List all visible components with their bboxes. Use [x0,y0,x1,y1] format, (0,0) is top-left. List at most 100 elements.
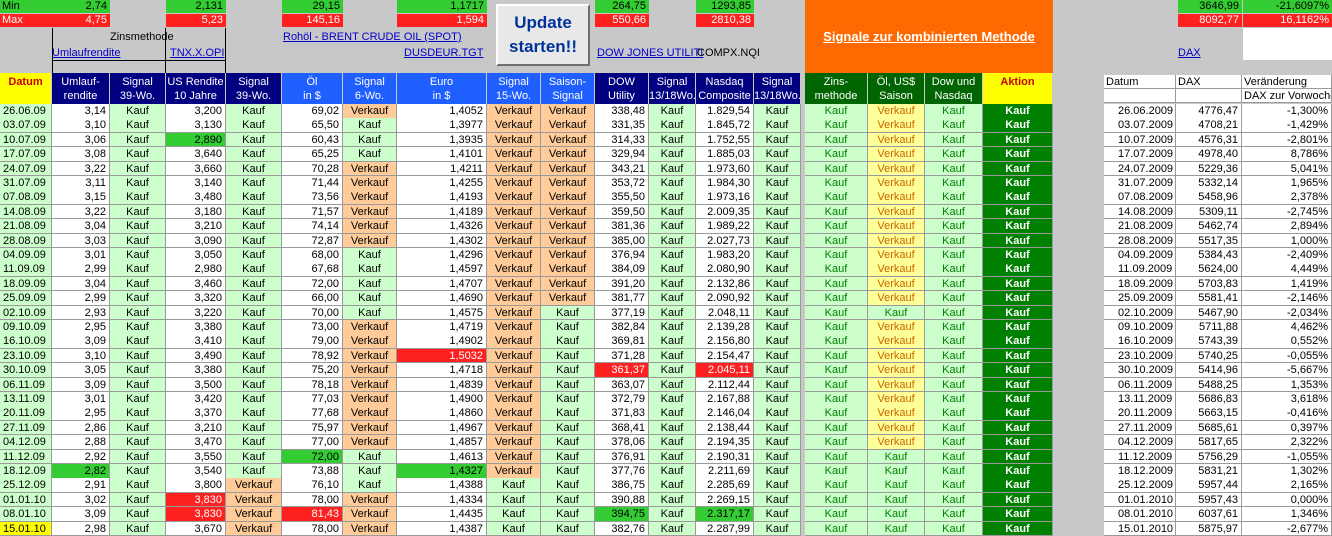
table-cell[interactable]: 01.01.10 [0,492,52,508]
table-cell[interactable]: Kauf [110,118,166,133]
table-cell[interactable]: Kauf [110,507,166,522]
table-cell[interactable]: 3,180 [166,204,226,220]
dax-cell[interactable]: 08.01.2010 [1104,507,1176,522]
table-cell[interactable]: Kauf [649,363,696,378]
table-cell[interactable]: 18.12.09 [0,464,52,479]
table-cell[interactable]: Verkauf [541,190,595,205]
table-cell[interactable]: 21.08.09 [0,219,52,234]
table-cell[interactable]: 2,82 [52,464,110,479]
table-cell[interactable]: Kauf [805,449,868,465]
table-cell[interactable]: 08.01.10 [0,507,52,522]
table-cell[interactable]: Kauf [110,147,166,162]
table-cell[interactable]: Kauf [805,262,868,277]
table-cell[interactable]: Verkauf [487,435,541,450]
table-cell[interactable]: Kauf [925,363,983,378]
table-cell[interactable]: 1,3935 [397,132,487,148]
table-cell[interactable]: Kauf [754,176,801,191]
table-cell[interactable]: 3,140 [166,176,226,191]
table-cell[interactable]: 3,210 [166,219,226,234]
table-cell[interactable]: 361,37 [595,363,649,378]
table-cell[interactable]: 3,410 [166,334,226,349]
table-cell[interactable]: 3,470 [166,435,226,450]
table-cell[interactable]: Kauf [983,420,1053,436]
dax-cell[interactable]: -1,300% [1242,104,1332,119]
table-cell[interactable]: Kauf [226,276,282,292]
table-cell[interactable]: Kauf [983,406,1053,421]
table-cell[interactable]: Verkauf [487,348,541,364]
table-cell[interactable]: 382,76 [595,521,649,536]
table-cell[interactable]: Kauf [754,392,801,407]
dax-cell[interactable]: 0,397% [1242,420,1332,436]
table-cell[interactable]: 376,94 [595,248,649,263]
table-cell[interactable]: 1,4718 [397,363,487,378]
table-cell[interactable]: 06.11.09 [0,377,52,393]
table-cell[interactable]: 1,4189 [397,204,487,220]
dax-cell[interactable]: 25.09.2009 [1104,291,1176,306]
table-cell[interactable]: 1,4193 [397,190,487,205]
table-cell[interactable]: Kauf [983,507,1053,522]
table-cell[interactable]: Kauf [649,521,696,536]
table-cell[interactable]: 3,08 [52,147,110,162]
table-cell[interactable]: Kauf [805,320,868,335]
table-cell[interactable]: Kauf [541,464,595,479]
table-cell[interactable]: Kauf [226,104,282,119]
table-cell[interactable]: Kauf [649,176,696,191]
dax-cell[interactable]: 20.11.2009 [1104,406,1176,421]
table-cell[interactable]: Verkauf [868,392,925,407]
table-cell[interactable]: 67,68 [282,262,343,277]
table-cell[interactable]: 3,050 [166,248,226,263]
table-cell[interactable]: Verkauf [343,233,397,249]
table-cell[interactable]: 11.12.09 [0,449,52,465]
table-cell[interactable]: Kauf [110,492,166,508]
table-cell[interactable]: Kauf [649,507,696,522]
table-cell[interactable]: Verkauf [487,363,541,378]
dax-cell[interactable]: -2,034% [1242,305,1332,321]
table-cell[interactable]: 2,88 [52,435,110,450]
table-cell[interactable]: Kauf [110,233,166,249]
table-cell[interactable]: Kauf [226,449,282,465]
table-cell[interactable]: 24.07.09 [0,161,52,177]
table-cell[interactable]: 371,83 [595,406,649,421]
table-cell[interactable]: 71,57 [282,204,343,220]
table-cell[interactable]: 1,5032 [397,348,487,364]
dax-cell[interactable]: 5957,44 [1176,478,1242,493]
table-cell[interactable]: Kauf [925,377,983,393]
table-cell[interactable]: 2.139,28 [696,320,754,335]
table-cell[interactable]: Verkauf [343,435,397,450]
table-cell[interactable]: 26.06.09 [0,104,52,119]
table-cell[interactable]: 1,4575 [397,305,487,321]
table-cell[interactable]: Kauf [805,219,868,234]
table-cell[interactable]: Kauf [925,320,983,335]
table-cell[interactable]: Verkauf [868,377,925,393]
table-cell[interactable]: Kauf [983,176,1053,191]
table-cell[interactable]: Kauf [925,406,983,421]
link-tnx[interactable]: TNX.X.OPI [170,47,224,59]
table-cell[interactable]: Kauf [754,161,801,177]
table-cell[interactable]: 77,00 [282,435,343,450]
table-cell[interactable]: Kauf [226,406,282,421]
table-cell[interactable]: 75,97 [282,420,343,436]
table-cell[interactable]: Verkauf [868,406,925,421]
table-cell[interactable]: Verkauf [487,204,541,220]
table-cell[interactable]: 3,09 [52,507,110,522]
table-cell[interactable]: Verkauf [868,320,925,335]
table-cell[interactable]: Kauf [754,478,801,493]
table-cell[interactable]: 10.07.09 [0,132,52,148]
dax-cell[interactable]: 5309,11 [1176,204,1242,220]
table-cell[interactable]: 1,4613 [397,449,487,465]
table-cell[interactable]: Kauf [805,248,868,263]
table-cell[interactable]: 3,640 [166,147,226,162]
dax-cell[interactable]: 25.12.2009 [1104,478,1176,493]
table-cell[interactable]: Kauf [110,464,166,479]
table-cell[interactable]: 2.190,31 [696,449,754,465]
table-cell[interactable]: Verkauf [487,320,541,335]
dax-cell[interactable]: 5488,25 [1176,377,1242,393]
table-cell[interactable]: Kauf [110,190,166,205]
table-cell[interactable]: Kauf [983,161,1053,177]
table-cell[interactable]: 394,75 [595,507,649,522]
table-cell[interactable]: 2,99 [52,262,110,277]
dax-cell[interactable]: 10.07.2009 [1104,132,1176,148]
table-cell[interactable]: Verkauf [343,176,397,191]
table-cell[interactable]: Verkauf [487,406,541,421]
table-cell[interactable]: Kauf [754,334,801,349]
